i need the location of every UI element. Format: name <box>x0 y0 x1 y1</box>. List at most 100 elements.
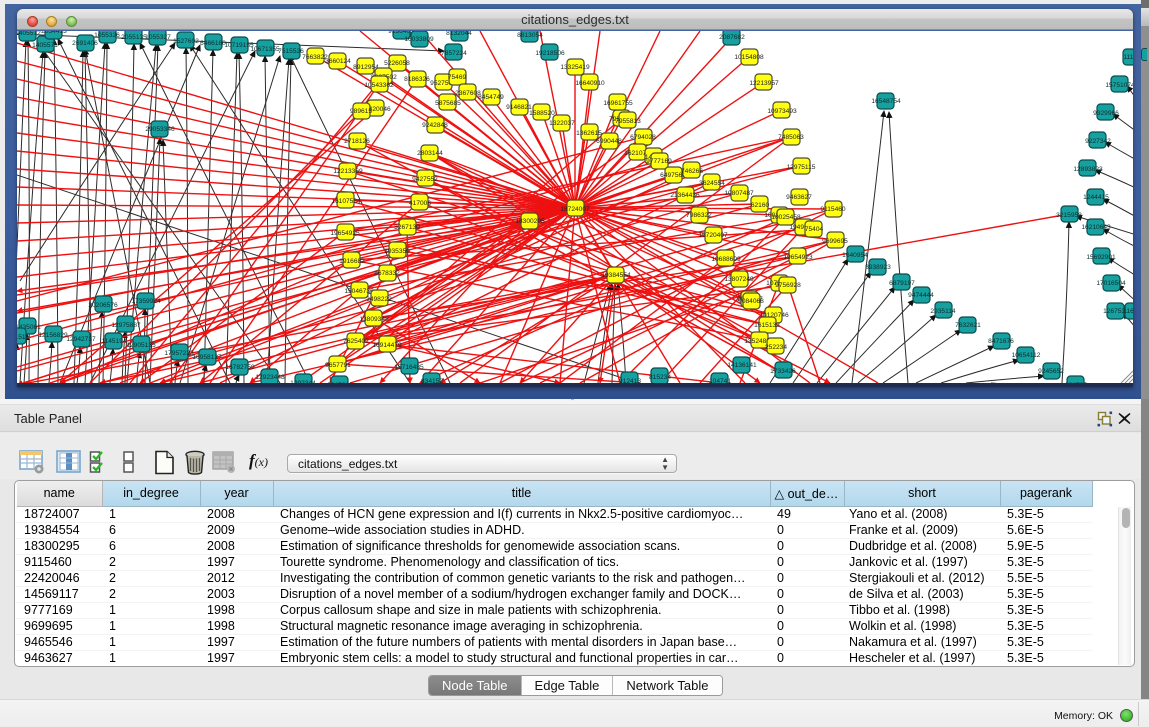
svg-text:2718126: 2718126 <box>344 138 370 145</box>
svg-text:10688609: 10688609 <box>711 256 741 263</box>
svg-text:19218506: 19218506 <box>535 50 565 57</box>
svg-text:2935114: 2935114 <box>930 308 956 315</box>
svg-text:12942737: 12942737 <box>66 336 96 343</box>
svg-text:1733426: 1733426 <box>770 368 796 375</box>
svg-text:9463627: 9463627 <box>786 194 812 201</box>
svg-text:9242848: 9242848 <box>422 122 448 129</box>
svg-text:15751074: 15751074 <box>1105 82 1133 89</box>
svg-text:16961755: 16961755 <box>603 100 633 107</box>
svg-text:1055326: 1055326 <box>94 32 120 39</box>
svg-text:10543362: 10543362 <box>364 82 394 89</box>
svg-text:17016504: 17016504 <box>1096 280 1126 287</box>
svg-text:9245652: 9245652 <box>1038 368 1064 375</box>
svg-text:1055327: 1055327 <box>145 34 171 41</box>
svg-text:252234: 252234 <box>765 344 787 351</box>
svg-text:12213369: 12213369 <box>333 168 363 175</box>
svg-text:8454749: 8454749 <box>478 94 504 101</box>
svg-text:2691406: 2691406 <box>72 40 98 47</box>
svg-text:10654112: 10654112 <box>1012 352 1041 359</box>
svg-text:8186326: 8186326 <box>404 76 430 83</box>
svg-text:9084068: 9084068 <box>738 298 764 305</box>
svg-text:9474444: 9474444 <box>908 292 934 299</box>
svg-text:10973493: 10973493 <box>767 108 797 115</box>
svg-text:9115460: 9115460 <box>820 206 846 213</box>
svg-text:13807249: 13807249 <box>724 276 754 283</box>
svg-text:1640954: 1640954 <box>842 252 868 259</box>
svg-text:9777169: 9777169 <box>646 158 672 165</box>
svg-text:10958127: 10958127 <box>192 354 222 361</box>
svg-text:5226058: 5226058 <box>384 60 410 67</box>
svg-text:16548754: 16548754 <box>871 98 901 105</box>
svg-text:1588520: 1588520 <box>529 110 555 117</box>
svg-text:18724007: 18724007 <box>560 206 590 213</box>
svg-text:14136141: 14136141 <box>727 362 757 369</box>
svg-text:1405572: 1405572 <box>17 31 41 37</box>
svg-text:17359924: 17359924 <box>131 298 161 305</box>
svg-text:16782759: 16782759 <box>225 364 255 371</box>
svg-text:6466160: 6466160 <box>200 40 226 47</box>
svg-text:15720407: 15720407 <box>698 232 728 239</box>
svg-text:12975887: 12975887 <box>111 322 141 329</box>
svg-text:2087682: 2087682 <box>719 34 745 41</box>
svg-text:18300295: 18300295 <box>515 218 545 225</box>
svg-text:16107534: 16107534 <box>331 198 361 205</box>
svg-text:20206576: 20206576 <box>88 302 118 309</box>
svg-text:1935359: 1935359 <box>384 248 410 255</box>
svg-text:3498222: 3498222 <box>366 296 392 303</box>
svg-text:8938923: 8938923 <box>865 264 891 271</box>
svg-text:6794028: 6794028 <box>630 134 656 141</box>
svg-text:8132044: 8132044 <box>446 31 472 37</box>
svg-text:815234: 815234 <box>649 374 671 381</box>
svg-text:10807487: 10807487 <box>724 190 754 197</box>
svg-text:19384554: 19384554 <box>601 272 631 279</box>
svg-text:75404: 75404 <box>805 226 824 233</box>
svg-text:9136403: 9136403 <box>388 31 414 35</box>
svg-text:10671355: 10671355 <box>250 46 280 53</box>
svg-text:1362615: 1362615 <box>576 130 602 137</box>
svg-text:8813054: 8813054 <box>517 32 543 39</box>
svg-text:7632621: 7632621 <box>955 322 981 329</box>
svg-text:7625402: 7625402 <box>343 338 369 345</box>
svg-text:15716485: 15716485 <box>394 364 424 371</box>
svg-text:12213957: 12213957 <box>749 80 779 87</box>
svg-text:9756928: 9756928 <box>775 282 801 289</box>
svg-text:62160: 62160 <box>751 202 770 209</box>
svg-text:8471676: 8471676 <box>988 338 1014 345</box>
svg-text:11171: 11171 <box>1123 54 1133 61</box>
svg-text:391511: 391511 <box>17 334 29 341</box>
svg-text:2803144: 2803144 <box>417 150 443 157</box>
svg-text:16033809: 16033809 <box>404 36 434 43</box>
svg-text:2055135: 2055135 <box>121 34 147 41</box>
svg-text:7986322: 7986322 <box>686 212 712 219</box>
svg-text:9699695: 9699695 <box>822 238 848 245</box>
svg-text:3624554: 3624554 <box>699 180 725 187</box>
svg-text:3267130: 3267130 <box>394 224 420 231</box>
svg-text:6879197: 6879197 <box>889 280 915 287</box>
svg-text:15046736: 15046736 <box>344 288 374 295</box>
svg-text:16210643: 16210643 <box>1081 224 1111 231</box>
svg-text:116753: 116753 <box>1123 308 1133 315</box>
svg-text:746266: 746266 <box>681 168 703 175</box>
svg-text:12923448: 12923448 <box>255 374 285 381</box>
svg-text:29053346: 29053346 <box>145 126 175 133</box>
svg-text:7955813: 7955813 <box>615 118 641 125</box>
svg-text:10154808: 10154808 <box>734 54 764 61</box>
svg-text:989615: 989615 <box>350 108 372 115</box>
svg-text:9329966: 9329966 <box>1093 110 1119 117</box>
svg-text:15692901: 15692901 <box>1086 254 1116 261</box>
svg-text:9427552: 9427552 <box>412 176 438 183</box>
svg-text:417006: 417006 <box>409 200 431 207</box>
svg-text:12156829: 12156829 <box>38 332 68 339</box>
svg-text:1145194: 1145194 <box>101 338 127 345</box>
svg-text:12905135: 12905135 <box>126 342 156 349</box>
svg-text:19654925: 19654925 <box>330 230 360 237</box>
svg-text:7515526: 7515526 <box>278 48 304 55</box>
svg-text:19654923: 19654923 <box>783 254 813 261</box>
svg-text:1405571: 1405571 <box>32 42 58 49</box>
svg-text:1916682: 1916682 <box>339 258 365 265</box>
svg-text:21364436: 21364436 <box>670 192 700 199</box>
svg-text:12975115: 12975115 <box>787 164 816 171</box>
svg-text:17957223: 17957223 <box>164 350 194 357</box>
svg-text:2054413: 2054413 <box>41 31 67 35</box>
svg-text:7485063: 7485063 <box>778 134 804 141</box>
